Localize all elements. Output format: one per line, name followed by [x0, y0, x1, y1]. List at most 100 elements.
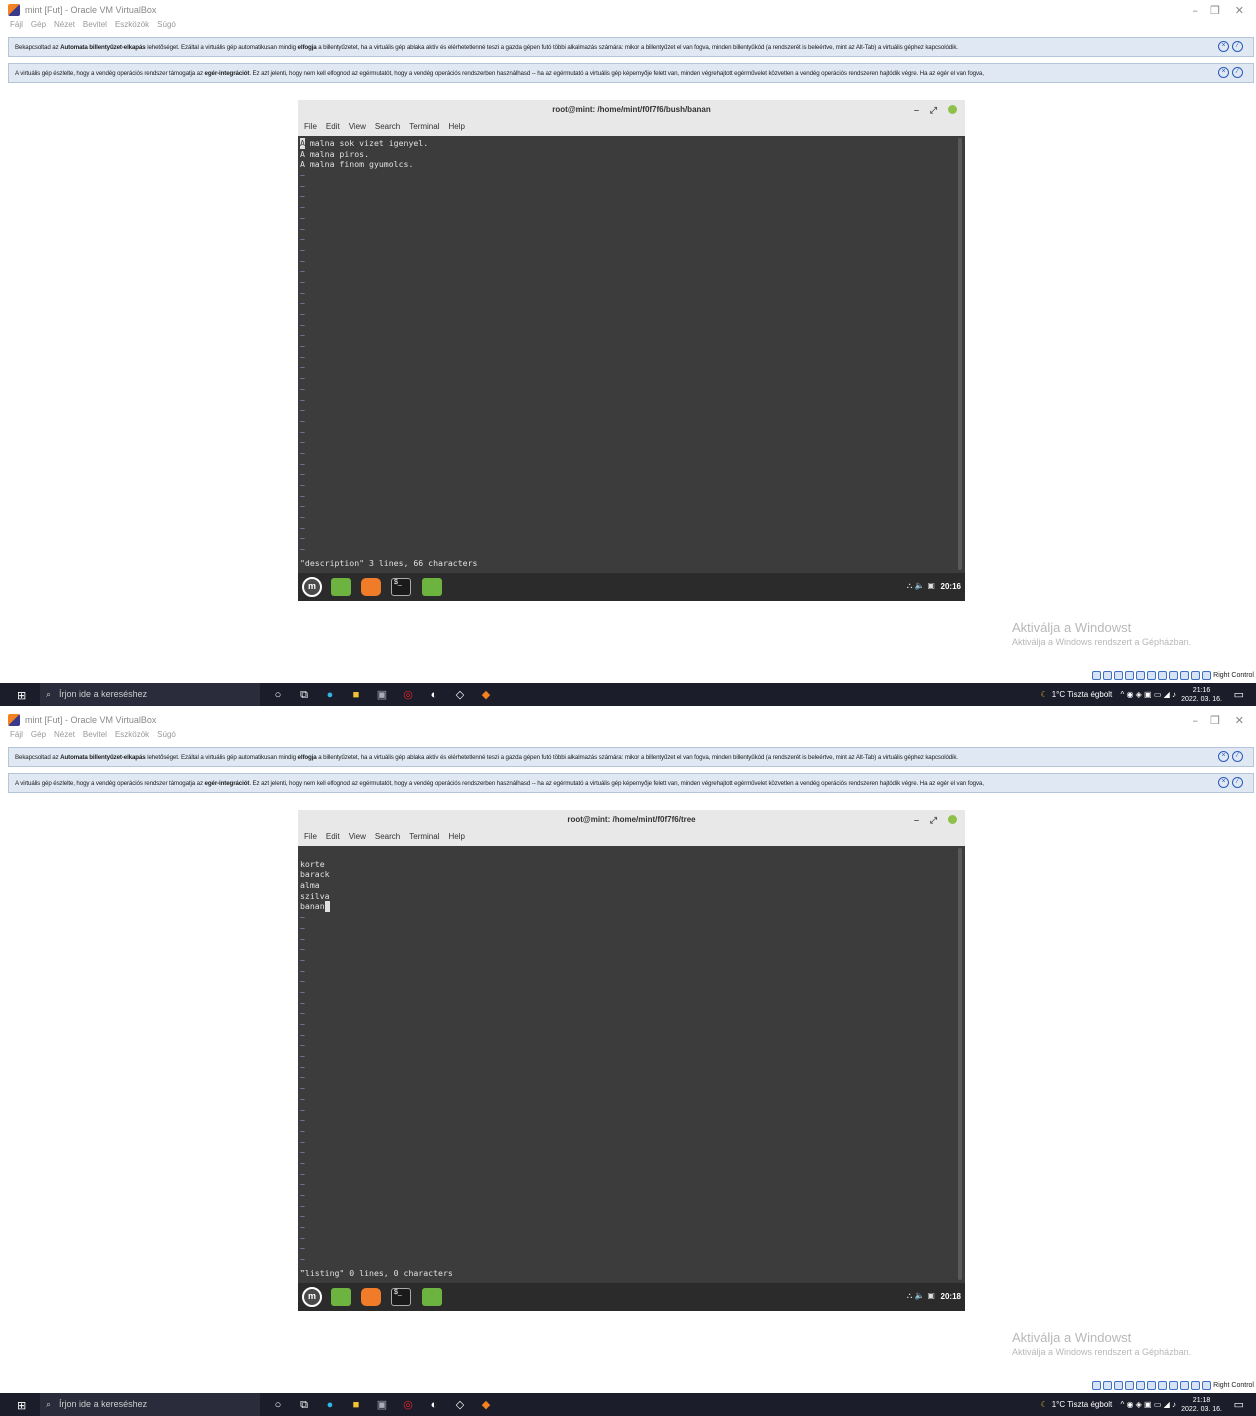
shared-folder-icon[interactable] [1147, 1380, 1157, 1390]
mint-menu-icon[interactable]: m [302, 1287, 322, 1307]
minimize-icon[interactable]: – [1193, 4, 1199, 17]
menu-input[interactable]: Bevitel [83, 730, 107, 742]
audio-icon[interactable] [1114, 670, 1124, 680]
windows-start-icon[interactable]: ⊞ [17, 1399, 26, 1412]
menu-file[interactable]: Fájl [10, 730, 23, 742]
close-icon[interactable]: ✕ [1235, 714, 1244, 727]
hdd-icon[interactable] [1092, 670, 1102, 680]
taskbar-search-box[interactable]: ⌕ Írjon ide a kereséshez [40, 683, 260, 706]
close-banner-icon[interactable]: × [1218, 751, 1229, 762]
keyboard-capture-icon[interactable] [1202, 1380, 1212, 1390]
store-icon[interactable]: ▣ [374, 1397, 390, 1413]
app-icon[interactable]: ◐ [426, 1397, 442, 1413]
guest-clock[interactable]: 20:18 [941, 1292, 961, 1301]
optical-icon[interactable] [1103, 1380, 1113, 1390]
guest-clock[interactable]: 20:16 [941, 582, 961, 591]
virtualbox-taskbar-icon[interactable]: ◆ [478, 1397, 494, 1413]
dont-show-again-icon[interactable]: ⁄ [1232, 751, 1243, 762]
cpu-icon[interactable] [1180, 1380, 1190, 1390]
close-icon[interactable]: ✕ [1235, 4, 1244, 17]
dont-show-again-icon[interactable]: ⁄ [1232, 41, 1243, 52]
network-icon[interactable] [1125, 1380, 1135, 1390]
tray-icons[interactable]: ^ ◉ ◈ ▣ ▭ ◢ ♪ [1121, 690, 1177, 699]
app2-icon[interactable]: ◇ [452, 687, 468, 703]
notification-icon[interactable]: ▭ [1234, 688, 1244, 701]
terminal-editor-area[interactable]: korte barack alma szilva banan ~ ~ ~ ~ ~ ~ ~ ~ ~ ~ ~ ~ ~… [298, 846, 965, 1283]
close-banner-icon[interactable]: × [1218, 67, 1229, 78]
optical-icon[interactable] [1103, 670, 1113, 680]
display-icon[interactable] [1158, 1380, 1168, 1390]
taskbar-search-box[interactable]: ⌕ Írjon ide a kereséshez [40, 1393, 260, 1416]
folder-icon[interactable] [422, 1288, 442, 1306]
terminal-menu-edit[interactable]: Edit [326, 122, 340, 136]
mouse-integration-icon[interactable] [1191, 1380, 1201, 1390]
files-icon[interactable] [331, 578, 351, 596]
mouse-integration-icon[interactable] [1191, 670, 1201, 680]
menu-devices[interactable]: Eszközök [115, 730, 149, 742]
terminal-menu-view[interactable]: View [349, 832, 366, 846]
minimize-icon[interactable]: – [1193, 714, 1199, 727]
display-icon[interactable] [1158, 670, 1168, 680]
mint-menu-icon[interactable]: m [302, 577, 322, 597]
guest-terminal-window[interactable]: root@mint: /home/mint/f0f7f6/tree – ⤢ Fi… [298, 810, 965, 1311]
terminal-menu-view[interactable]: View [349, 122, 366, 136]
terminal-maximize-icon[interactable]: ⤢ [930, 810, 937, 830]
app2-icon[interactable]: ◇ [452, 1397, 468, 1413]
menu-machine[interactable]: Gép [31, 20, 46, 32]
task-view-icon[interactable]: ⧉ [296, 1397, 312, 1413]
edge-icon[interactable]: ● [322, 687, 338, 703]
firefox-icon[interactable] [361, 578, 381, 596]
menu-view[interactable]: Nézet [54, 730, 75, 742]
terminal-scrollbar[interactable] [958, 848, 962, 1280]
files-icon[interactable] [331, 1288, 351, 1306]
system-tray[interactable]: ☾ 1°C Tiszta égbolt ^ ◉ ◈ ▣ ▭ ◢ ♪ [1041, 690, 1176, 699]
menu-input[interactable]: Bevitel [83, 20, 107, 32]
terminal-menu-help[interactable]: Help [448, 122, 464, 136]
opera-icon[interactable]: ◎ [400, 687, 416, 703]
terminal-menu-terminal[interactable]: Terminal [409, 832, 439, 846]
restore-icon[interactable]: ❐ [1210, 714, 1220, 727]
task-view-icon[interactable]: ⧉ [296, 687, 312, 703]
shared-folder-icon[interactable] [1147, 670, 1157, 680]
opera-icon[interactable]: ◎ [400, 1397, 416, 1413]
menu-file[interactable]: Fájl [10, 20, 23, 32]
recording-icon[interactable] [1169, 670, 1179, 680]
recording-icon[interactable] [1169, 1380, 1179, 1390]
terminal-editor-area[interactable]: A malna sok vizet igenyel. A malna piros.… [298, 136, 965, 573]
terminal-scrollbar[interactable] [958, 138, 962, 570]
edge-icon[interactable]: ● [322, 1397, 338, 1413]
terminal-close-icon[interactable] [948, 815, 957, 824]
tray-icons[interactable]: ^ ◉ ◈ ▣ ▭ ◢ ♪ [1121, 1400, 1177, 1409]
system-clock[interactable]: 21:18 2022. 03. 16. [1181, 1396, 1222, 1414]
store-icon[interactable]: ▣ [374, 687, 390, 703]
audio-icon[interactable] [1114, 1380, 1124, 1390]
terminal-menu-terminal[interactable]: Terminal [409, 122, 439, 136]
terminal-minimize-icon[interactable]: – [914, 100, 919, 120]
terminal-icon[interactable]: $_ [391, 1288, 411, 1306]
system-tray[interactable]: ☾ 1°C Tiszta égbolt ^ ◉ ◈ ▣ ▭ ◢ ♪ [1041, 1400, 1176, 1409]
guest-terminal-window[interactable]: root@mint: /home/mint/f0f7f6/bush/banan … [298, 100, 965, 601]
terminal-menu-help[interactable]: Help [448, 832, 464, 846]
menu-help[interactable]: Súgó [157, 730, 176, 742]
keyboard-capture-icon[interactable] [1202, 670, 1212, 680]
terminal-menu-file[interactable]: File [304, 122, 317, 136]
terminal-menu-edit[interactable]: Edit [326, 832, 340, 846]
cpu-icon[interactable] [1180, 670, 1190, 680]
system-clock[interactable]: 21:16 2022. 03. 16. [1181, 686, 1222, 704]
terminal-close-icon[interactable] [948, 105, 957, 114]
terminal-maximize-icon[interactable]: ⤢ [930, 100, 937, 120]
usb-icon[interactable] [1136, 670, 1146, 680]
terminal-menu-file[interactable]: File [304, 832, 317, 846]
tray-icons[interactable]: ⛬ 🔈 ▣ [907, 581, 935, 591]
cortana-icon[interactable]: ○ [270, 687, 286, 703]
terminal-icon[interactable]: $_ [391, 578, 411, 596]
menu-view[interactable]: Nézet [54, 20, 75, 32]
tray-icons[interactable]: ⛬ 🔈 ▣ [907, 1291, 935, 1301]
virtualbox-taskbar-icon[interactable]: ◆ [478, 687, 494, 703]
restore-icon[interactable]: ❐ [1210, 4, 1220, 17]
cortana-icon[interactable]: ○ [270, 1397, 286, 1413]
dont-show-again-icon[interactable]: ⁄ [1232, 777, 1243, 788]
file-explorer-icon[interactable]: ■ [348, 1397, 364, 1413]
file-explorer-icon[interactable]: ■ [348, 687, 364, 703]
usb-icon[interactable] [1136, 1380, 1146, 1390]
